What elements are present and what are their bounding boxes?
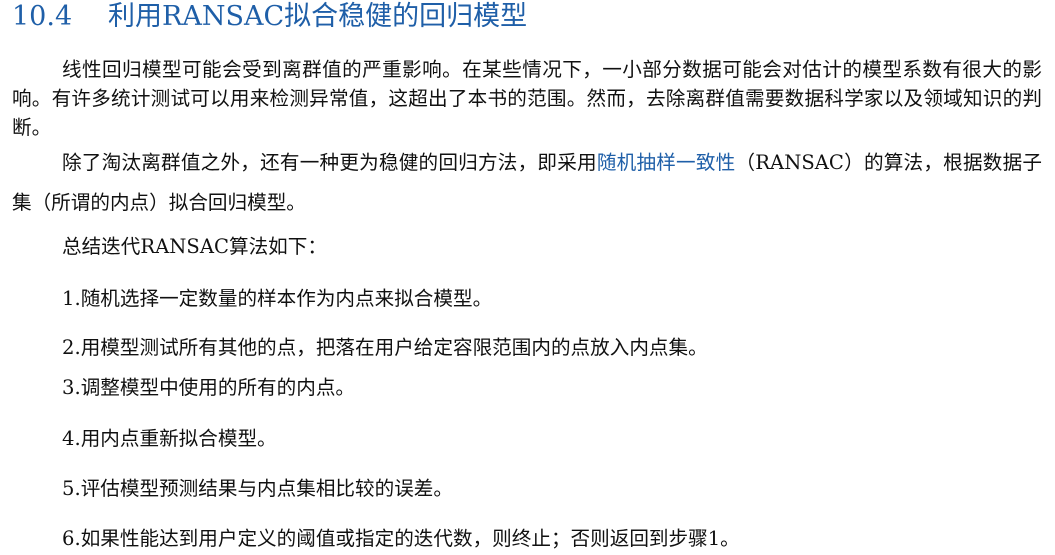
section-title: 利用RANSAC拟合稳健的回归模型 — [108, 1, 528, 32]
algorithm-step: 3.调整模型中使用的所有的内点。 — [62, 376, 356, 399]
ransac-link[interactable]: 随机抽样一致性 — [597, 151, 736, 174]
algorithm-step: 2.用模型测试所有其他的点，把落在用户给定容限范围内的点放入内点集。 — [62, 336, 708, 359]
algorithm-step: 1.随机选择一定数量的样本作为内点来拟合模型。 — [62, 287, 493, 310]
algorithm-step: 6.如果性能达到用户定义的阈值或指定的迭代数，则终止；否则返回到步骤1。 — [62, 527, 740, 550]
section-heading: 10.4 利用RANSAC拟合稳健的回归模型 — [12, 0, 527, 34]
algorithm-step: 5.评估模型预测结果与内点集相比较的误差。 — [62, 477, 453, 500]
algorithm-step: 4.用内点重新拟合模型。 — [62, 427, 277, 450]
paragraph-ransac-text-before: 除了淘汰离群值之外，还有一种更为稳健的回归方法，即采用 — [62, 151, 597, 174]
paragraph-ransac-intro: 除了淘汰离群值之外，还有一种更为稳健的回归方法，即采用随机抽样一致性（RANSA… — [12, 143, 1042, 223]
section-number: 10.4 — [12, 1, 73, 32]
paragraph-outlier-impact: 线性回归模型可能会受到离群值的严重影响。在某些情况下，一小部分数据可能会对估计的… — [12, 58, 1042, 139]
algorithm-summary-label: 总结迭代RANSAC算法如下： — [62, 235, 327, 258]
